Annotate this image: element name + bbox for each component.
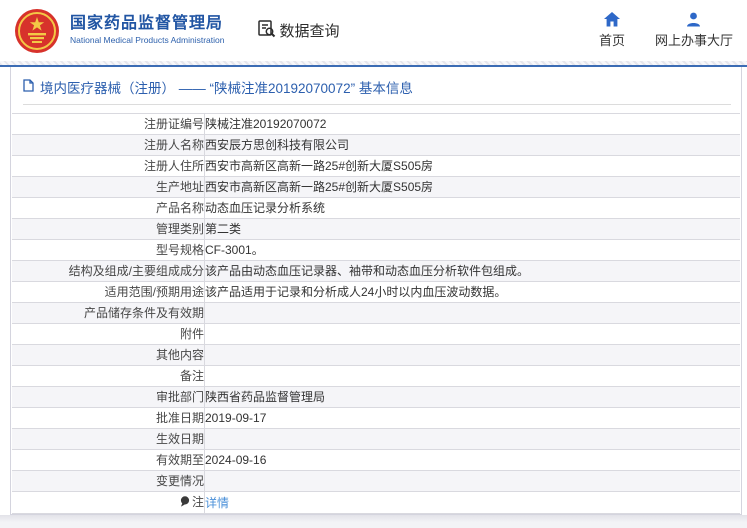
national-emblem-logo (14, 8, 60, 54)
data-query-menu[interactable]: 数据查询 (257, 19, 340, 42)
table-row: 生产地址西安市高新区高新一路25#创新大厦S505房 (12, 177, 740, 198)
nav-service-hall-label: 网上办事大厅 (655, 30, 733, 49)
field-label: 注册人名称 (12, 135, 205, 156)
detail-link[interactable]: 详情 (205, 496, 229, 510)
registration-table-body: 注册证编号陕械注准20192070072注册人名称西安辰方思创科技有限公司注册人… (12, 114, 740, 514)
nav-item-home[interactable]: 首页 (599, 12, 625, 49)
field-value (205, 324, 741, 345)
table-row: 注详情 (12, 492, 740, 514)
field-label: 适用范围/预期用途 (12, 282, 205, 303)
field-value: 该产品适用于记录和分析成人24小时以内血压波动数据。 (205, 282, 741, 303)
field-label: 批准日期 (12, 408, 205, 429)
registration-info-table: 注册证编号陕械注准20192070072注册人名称西安辰方思创科技有限公司注册人… (12, 113, 740, 514)
nav-item-service-hall[interactable]: 网上办事大厅 (655, 12, 733, 49)
field-label: 结构及组成/主要组成成分 (12, 261, 205, 282)
table-row: 注册证编号陕械注准20192070072 (12, 114, 740, 135)
footer-band (0, 515, 747, 528)
brand-block: 国家药品监督管理局 National Medical Products Admi… (70, 16, 225, 45)
brand-title: 国家药品监督管理局 (70, 16, 225, 32)
field-value: 2024-09-16 (205, 450, 741, 471)
document-icon (23, 79, 34, 95)
field-label: 注册人住所 (12, 156, 205, 177)
field-value: 详情 (205, 492, 741, 514)
field-value (205, 303, 741, 324)
table-row: 结构及组成/主要组成成分该产品由动态血压记录器、袖带和动态血压分析软件包组成。 (12, 261, 740, 282)
table-row: 型号规格CF-3001。 (12, 240, 740, 261)
field-value (205, 366, 741, 387)
field-value (205, 429, 741, 450)
field-value: 第二类 (205, 219, 741, 240)
field-label: 注 (12, 492, 205, 514)
field-value: 2019-09-17 (205, 408, 741, 429)
table-row: 变更情况 (12, 471, 740, 492)
table-row: 生效日期 (12, 429, 740, 450)
document-search-icon (257, 19, 276, 42)
field-label: 审批部门 (12, 387, 205, 408)
table-row: 有效期至2024-09-16 (12, 450, 740, 471)
table-row: 产品名称动态血压记录分析系统 (12, 198, 740, 219)
field-label: 有效期至 (12, 450, 205, 471)
top-nav: 首页 网上办事大厅 (599, 12, 741, 49)
breadcrumb: 境内医疗器械（注册） —— “陕械注准20192070072” 基本信息 (11, 67, 741, 104)
content-panel: 境内医疗器械（注册） —— “陕械注准20192070072” 基本信息 注册证… (10, 67, 742, 515)
field-value: 该产品由动态血压记录器、袖带和动态血压分析软件包组成。 (205, 261, 741, 282)
table-row: 注册人住所西安市高新区高新一路25#创新大厦S505房 (12, 156, 740, 177)
field-label: 产品名称 (12, 198, 205, 219)
field-label: 管理类别 (12, 219, 205, 240)
field-value: 西安辰方思创科技有限公司 (205, 135, 741, 156)
field-label: 变更情况 (12, 471, 205, 492)
field-value (205, 345, 741, 366)
field-label: 附件 (12, 324, 205, 345)
table-row: 产品储存条件及有效期 (12, 303, 740, 324)
field-label: 生产地址 (12, 177, 205, 198)
field-label: 注册证编号 (12, 114, 205, 135)
table-row: 附件 (12, 324, 740, 345)
table-row: 批准日期2019-09-17 (12, 408, 740, 429)
speech-balloon-icon (180, 493, 190, 513)
field-value: 动态血压记录分析系统 (205, 198, 741, 219)
table-row: 审批部门陕西省药品监督管理局 (12, 387, 740, 408)
field-value: CF-3001。 (205, 240, 741, 261)
brand-subtitle: National Medical Products Administration (70, 36, 225, 45)
field-value: 陕西省药品监督管理局 (205, 387, 741, 408)
field-label: 型号规格 (12, 240, 205, 261)
table-row: 适用范围/预期用途该产品适用于记录和分析成人24小时以内血压波动数据。 (12, 282, 740, 303)
site-header: 国家药品监督管理局 National Medical Products Admi… (0, 0, 747, 61)
field-label: 其他内容 (12, 345, 205, 366)
field-value (205, 471, 741, 492)
field-value: 西安市高新区高新一路25#创新大厦S505房 (205, 156, 741, 177)
home-icon (604, 12, 620, 27)
breadcrumb-separator (23, 104, 731, 105)
nav-home-label: 首页 (599, 30, 625, 49)
table-row: 备注 (12, 366, 740, 387)
breadcrumb-text: 境内医疗器械（注册） —— “陕械注准20192070072” 基本信息 (40, 77, 413, 97)
data-query-label: 数据查询 (280, 20, 340, 41)
table-row: 管理类别第二类 (12, 219, 740, 240)
field-label: 备注 (12, 366, 205, 387)
field-label: 产品储存条件及有效期 (12, 303, 205, 324)
table-row: 其他内容 (12, 345, 740, 366)
table-row: 注册人名称西安辰方思创科技有限公司 (12, 135, 740, 156)
field-value: 西安市高新区高新一路25#创新大厦S505房 (205, 177, 741, 198)
user-icon (686, 12, 701, 27)
field-label: 生效日期 (12, 429, 205, 450)
field-value: 陕械注准20192070072 (205, 114, 741, 135)
